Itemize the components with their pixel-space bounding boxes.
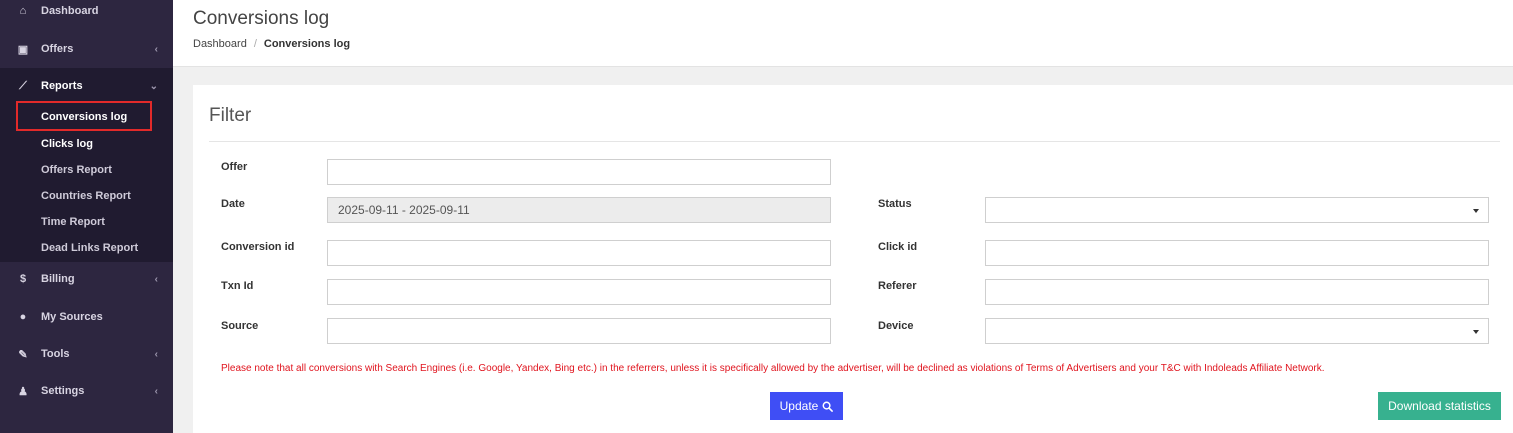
sidebar-item-label: My Sources [41,311,103,323]
referer-label: Referer [878,280,917,292]
chevron-left-icon: ‹ [154,348,158,360]
txn-id-input[interactable] [327,279,831,305]
offer-label: Offer [221,161,248,173]
sidebar-subitem-countries-report[interactable]: Countries Report [41,190,131,202]
chevron-left-icon: ‹ [154,273,158,285]
sidebar-item-dashboard[interactable]: ⌂ Dashboard [0,0,173,29]
sidebar-item-label: Settings [41,385,85,397]
sidebar-item-my-sources[interactable]: ● My Sources [0,299,173,335]
caret-down-icon [1473,330,1479,334]
date-range-input[interactable] [327,197,831,223]
sidebar-subitem-conversions-log[interactable]: Conversions log [41,111,127,123]
sidebar-item-reports[interactable]: ⟋ Reports ⌄ [0,68,173,104]
sidebar-item-offers[interactable]: ▣ Offers ‹ [0,31,173,67]
sidebar-item-label: Billing [41,273,75,285]
chevron-left-icon: ‹ [154,43,158,55]
breadcrumb-dashboard[interactable]: Dashboard [193,38,247,50]
search-engine-notice: Please note that all conversions with Se… [221,363,1325,374]
globe-icon: ● [19,311,27,323]
txn-id-label: Txn Id [221,280,254,292]
status-label: Status [878,198,912,210]
sidebar-subitem-dead-links-report[interactable]: Dead Links Report [41,242,138,254]
sidebar-item-label: Dashboard [41,5,99,17]
date-label: Date [221,198,245,210]
chevron-down-icon: ⌄ [149,80,158,92]
status-select[interactable] [985,197,1489,223]
download-statistics-button[interactable]: Download statistics [1378,392,1501,420]
filter-title: Filter [209,105,252,126]
money-icon: ▣ [17,43,29,56]
device-select[interactable] [985,318,1489,344]
update-button[interactable]: Update [770,392,843,420]
dollar-icon: $ [19,273,27,285]
breadcrumb: Dashboard / Conversions log [193,38,350,50]
filter-panel: Filter Offer Date Status Conversion id C… [193,85,1513,433]
line-chart-icon: ⟋ [19,79,27,92]
breadcrumb-current: Conversions log [263,38,351,50]
click-id-label: Click id [878,241,918,253]
offer-input[interactable] [327,159,831,185]
source-label: Source [221,320,259,332]
page-header: Conversions log Dashboard / Conversions lo… [173,0,1513,67]
wrench-icon: ✎ [18,348,28,361]
home-icon: ⌂ [19,5,27,17]
click-id-input[interactable] [985,240,1489,266]
sidebar-subitem-clicks-log[interactable]: Clicks log [41,138,93,150]
search-icon [822,401,834,412]
sidebar-subitem-time-report[interactable]: Time Report [41,216,105,228]
sidebar: ⌂ Dashboard ▣ Offers ‹ ⟋ Reports ⌄ Conve… [0,0,173,433]
sidebar-item-settings[interactable]: ♟ Settings ‹ [0,373,173,409]
divider [209,141,1500,142]
page-title: Conversions log [193,8,330,29]
referer-input[interactable] [985,279,1489,305]
user-icon: ♟ [18,385,28,398]
conversion-id-input[interactable] [327,240,831,266]
sidebar-item-label: Reports [41,80,83,92]
sidebar-item-label: Tools [41,348,70,360]
sidebar-item-label: Offers [41,43,74,55]
source-input[interactable] [327,318,831,344]
sidebar-item-tools[interactable]: ✎ Tools ‹ [0,336,173,372]
caret-down-icon [1473,209,1479,213]
conversion-id-label: Conversion id [221,241,295,253]
sidebar-subitem-offers-report[interactable]: Offers Report [41,164,112,176]
update-button-label: Update [779,399,819,413]
breadcrumb-separator: / [253,38,257,50]
chevron-left-icon: ‹ [154,385,158,397]
sidebar-item-billing[interactable]: $ Billing ‹ [0,261,173,297]
device-label: Device [878,320,914,332]
